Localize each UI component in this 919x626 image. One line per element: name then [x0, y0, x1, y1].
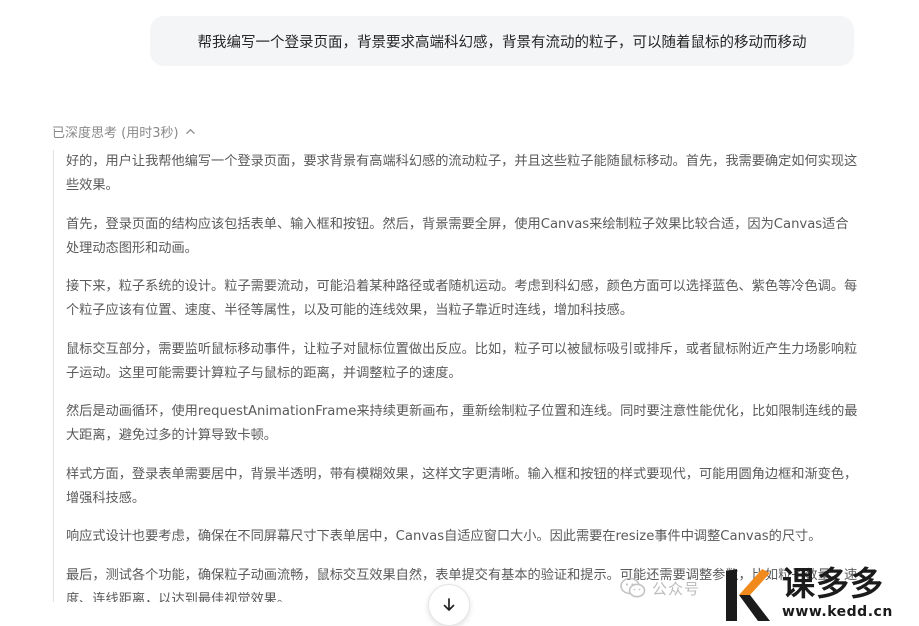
- chevron-up-icon: [185, 128, 195, 134]
- brand-url-text: www.kedd.cn: [782, 604, 893, 620]
- thinking-paragraph: 好的，用户让我帮他编写一个登录页面，要求背景有高端科幻感的流动粒子，并且这些粒子…: [66, 154, 858, 193]
- thinking-paragraph: 然后是动画循环，使用requestAnimationFrame来持续更新画布，重…: [66, 404, 858, 443]
- thinking-paragraph: 首先，登录页面的结构应该包括表单、输入框和按钮。然后，背景需要全屏，使用Canv…: [66, 216, 849, 256]
- brand-name-text: 课多多: [782, 564, 884, 603]
- wechat-watermark: 公众号: [620, 563, 700, 613]
- wechat-icon: [620, 577, 646, 598]
- brand-watermark: 课多多 www.kedd.cn: [724, 562, 919, 625]
- watermark-account-text: 公众号: [652, 579, 701, 598]
- thinking-content: 好的，用户让我帮他编写一个登录页面，要求背景有高端科幻感的流动粒子，并且这些粒子…: [53, 150, 858, 602]
- thinking-header-label: 已深度思考 (用时3秒): [52, 125, 179, 141]
- arrow-down-icon: [443, 598, 455, 611]
- thinking-paragraph: 样式方面，登录表单需要居中，背景半透明，带有模糊效果，这样文字更清晰。输入框和按…: [66, 466, 858, 506]
- user-message-bubble: 帮我编写一个登录页面，背景要求高端科幻感，背景有流动的粒子，可以随着鼠标的移动而…: [150, 16, 854, 66]
- thinking-paragraph: 鼠标交互部分，需要监听鼠标移动事件，让粒子对鼠标位置做出反应。比如，粒子可以被鼠…: [66, 341, 858, 381]
- user-message-text: 帮我编写一个登录页面，背景要求高端科幻感，背景有流动的粒子，可以随着鼠标的移动而…: [197, 34, 807, 51]
- thinking-paragraph: 接下来，粒子系统的设计。粒子需要流动，可能沿着某种路径或者随机运动。考虑到科幻感…: [66, 279, 858, 318]
- thinking-toggle[interactable]: 已深度思考 (用时3秒): [52, 121, 196, 141]
- scroll-to-bottom-button[interactable]: [428, 584, 470, 626]
- k-logo-icon: [726, 569, 770, 621]
- thinking-paragraph: 响应式设计也要考虑，确保在不同屏幕尺寸下表单居中，Canvas自适应窗口大小。因…: [66, 529, 822, 544]
